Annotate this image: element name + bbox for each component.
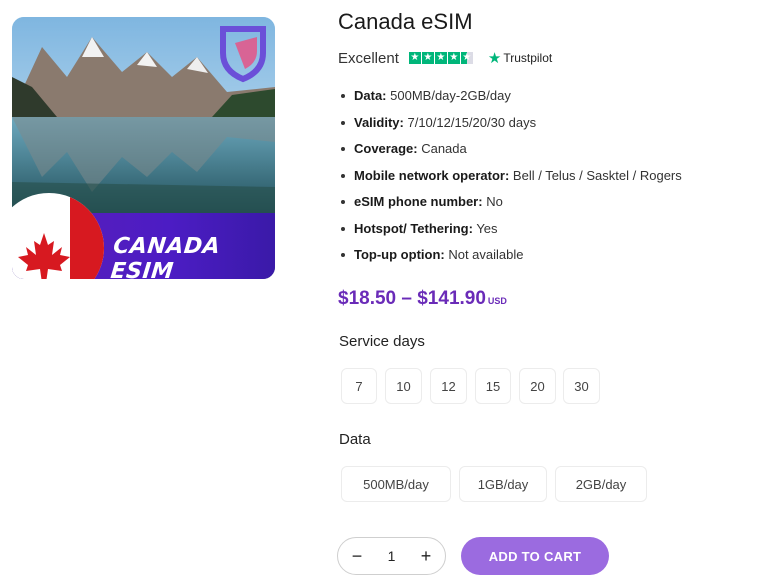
add-to-cart-button[interactable]: ADD TO CART — [461, 537, 609, 575]
price-value: $18.50 – $141.90 — [338, 288, 486, 309]
canada-flag-icon — [12, 193, 104, 279]
half-star-icon: ★ — [460, 52, 473, 64]
quantity-value[interactable]: 1 — [388, 548, 396, 564]
trustpilot-label: Trustpilot — [503, 51, 553, 65]
star-icon: ★ — [421, 52, 434, 64]
star-icon: ★ — [408, 52, 421, 64]
feature-list: Data: 500MB/day-2GB/day Validity: 7/10/1… — [338, 86, 682, 272]
service-day-option-20[interactable]: 20 — [519, 368, 556, 404]
image-banner-text: CANADA ESIM — [109, 234, 222, 279]
price-range: $18.50 – $141.90 USD — [338, 288, 507, 310]
maple-leaf-icon — [18, 233, 70, 279]
service-day-option-12[interactable]: 12 — [430, 368, 467, 404]
star-icon: ★ — [447, 52, 460, 64]
service-days-label: Service days — [339, 333, 425, 350]
feature-item: Top-up option: Not available — [338, 245, 682, 272]
data-option-500mb[interactable]: 500MB/day — [341, 466, 451, 502]
data-label: Data — [339, 431, 371, 448]
feature-item: Hotspot/ Tethering: Yes — [338, 219, 682, 246]
feature-item: Coverage: Canada — [338, 139, 682, 166]
service-day-option-7[interactable]: 7 — [341, 368, 377, 404]
brand-logo-icon — [220, 26, 266, 83]
trustpilot-logo[interactable]: ★ Trustpilot — [488, 49, 552, 67]
trustpilot-star-icon: ★ — [487, 50, 502, 67]
currency-label: USD — [487, 296, 507, 306]
feature-item: Mobile network operator: Bell / Telus / … — [338, 166, 682, 193]
feature-item: Data: 500MB/day-2GB/day — [338, 86, 682, 113]
rating-row[interactable]: Excellent ★ ★ ★ ★ ★ ★ Trustpilot — [338, 49, 552, 68]
rating-label: Excellent — [338, 49, 399, 67]
star-icon: ★ — [434, 52, 447, 64]
data-option-1gb[interactable]: 1GB/day — [459, 466, 547, 502]
product-title: Canada eSIM — [338, 9, 473, 34]
quantity-stepper[interactable]: − 1 + — [337, 537, 446, 575]
increase-quantity-button[interactable]: + — [419, 546, 433, 567]
trustpilot-stars: ★ ★ ★ ★ ★ — [408, 52, 474, 64]
service-day-option-30[interactable]: 30 — [563, 368, 600, 404]
data-option-2gb[interactable]: 2GB/day — [555, 466, 647, 502]
service-day-option-15[interactable]: 15 — [475, 368, 511, 404]
product-image: CANADA ESIM — [12, 17, 275, 279]
service-day-option-10[interactable]: 10 — [385, 368, 422, 404]
feature-item: eSIM phone number: No — [338, 192, 682, 219]
feature-item: Validity: 7/10/12/15/20/30 days — [338, 113, 682, 140]
decrease-quantity-button[interactable]: − — [350, 546, 364, 567]
